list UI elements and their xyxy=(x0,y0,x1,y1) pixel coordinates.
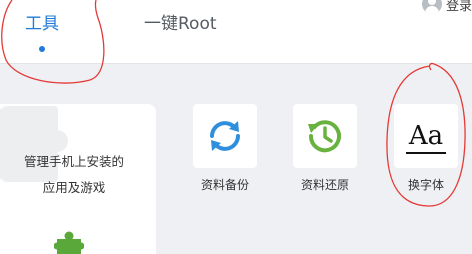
font-underline-decoration xyxy=(405,152,447,154)
change-font-label: 换字体 xyxy=(407,178,444,192)
data-backup-icon-box xyxy=(193,104,257,168)
font-aa-glyph: Aa xyxy=(408,121,444,151)
data-restore-tool[interactable]: 资料还原 xyxy=(293,104,357,193)
change-font-icon-box: Aa xyxy=(394,104,458,168)
sync-arrows-icon xyxy=(210,121,240,151)
data-backup-tool[interactable]: 资料备份 xyxy=(193,104,257,193)
login-label: 登录 xyxy=(445,0,472,14)
app-manager-card[interactable]: 管理手机上安装的 应用及游戏 xyxy=(0,104,156,254)
data-restore-icon-box xyxy=(293,104,357,168)
app-manager-description: 管理手机上安装的 应用及游戏 xyxy=(0,149,148,201)
data-restore-label: 资料还原 xyxy=(300,178,349,192)
tab-one-click-root[interactable]: 一键Root xyxy=(144,12,217,36)
top-tab-bar: 工具 一键Root 登录 xyxy=(0,0,472,64)
app-manager-line-2: 应用及游戏 xyxy=(42,180,106,195)
data-backup-label: 资料备份 xyxy=(200,178,249,192)
app-manager-line-1: 管理手机上安装的 xyxy=(23,154,124,169)
avatar-icon xyxy=(421,0,442,14)
change-font-tool[interactable]: Aa 换字体 xyxy=(394,104,458,193)
tab-tools[interactable]: 工具 xyxy=(25,12,59,36)
login-button[interactable]: 登录 xyxy=(421,0,472,14)
puzzle-icon xyxy=(54,231,84,254)
font-aa-icon: Aa xyxy=(405,121,447,154)
active-tab-indicator xyxy=(39,46,45,52)
restore-clock-icon xyxy=(308,120,341,153)
